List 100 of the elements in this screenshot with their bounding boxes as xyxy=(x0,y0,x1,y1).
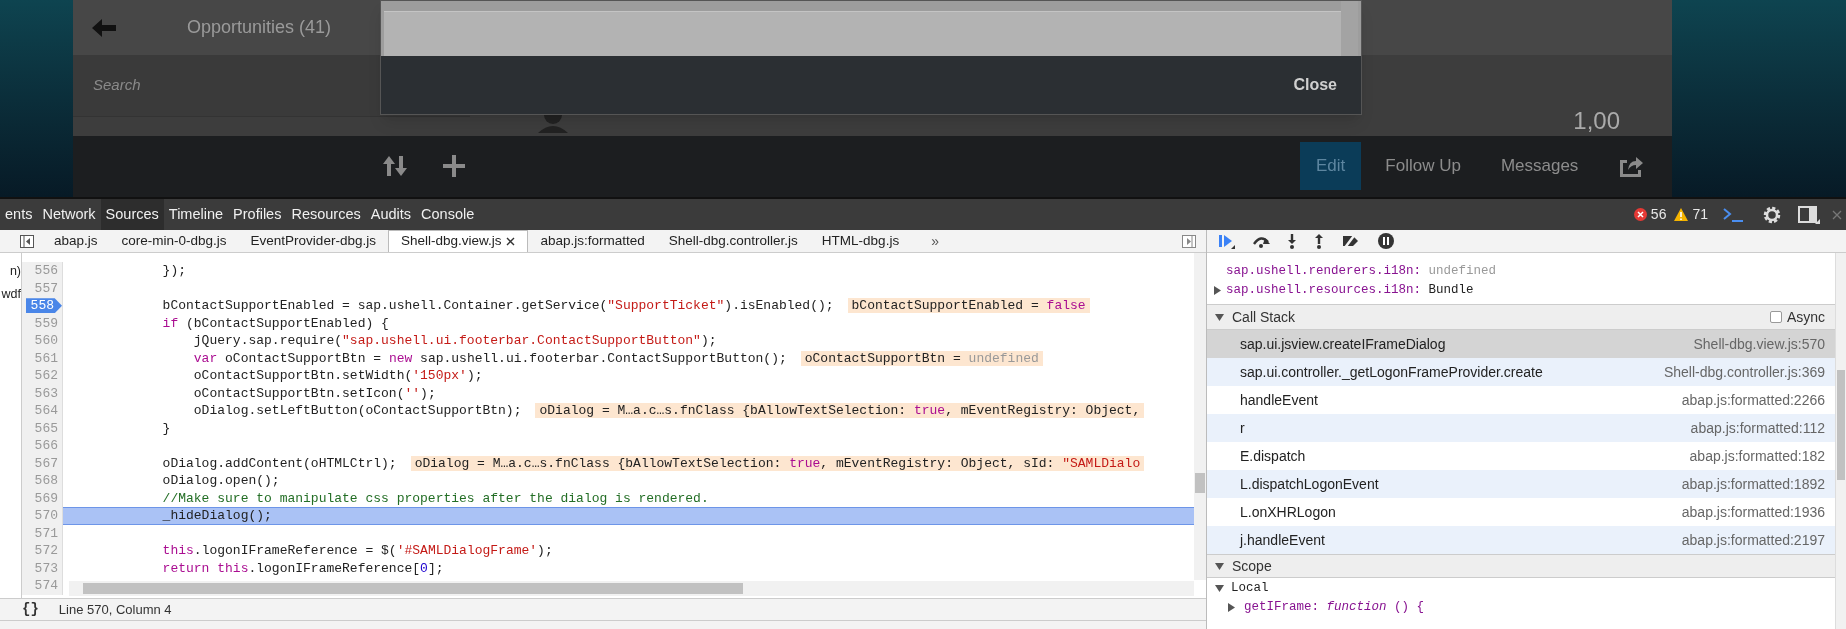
back-arrow-icon xyxy=(91,17,117,38)
panel-toggle-icon[interactable] xyxy=(1182,235,1196,248)
warning-icon xyxy=(1674,208,1689,221)
watch-entry[interactable]: sap.ushell.resources.i18n: Bundle xyxy=(1226,281,1474,300)
inline-value: bContactSupportEnabled = false xyxy=(847,298,1090,314)
section-title: Call Stack xyxy=(1232,307,1296,327)
section-header[interactable]: Call Stack Async xyxy=(1207,304,1835,330)
collapse-arrow-icon[interactable] xyxy=(1215,583,1224,593)
call-frame[interactable]: sap.ui.controller._getLogonFrameProvider.create Shell-dbg.controller.js:369 xyxy=(1207,358,1835,386)
settings-icon[interactable] xyxy=(1762,204,1782,225)
line-number: 567 xyxy=(34,454,59,473)
line-number: 558 xyxy=(25,298,62,314)
file-tab[interactable]: HTML-dbg.js xyxy=(809,230,912,252)
file-tab[interactable]: Shell-dbg.view.js xyxy=(387,230,529,252)
call-frame[interactable]: r abap.js:formatted:112 xyxy=(1207,414,1835,442)
frame-location[interactable]: abap.js:formatted:1892 xyxy=(1681,473,1825,495)
panel-tab[interactable]: Network xyxy=(37,199,101,230)
checkbox-label: Async xyxy=(1786,307,1825,327)
line-number: 569 xyxy=(34,489,59,508)
line-number: 560 xyxy=(34,332,59,350)
format-button[interactable]: {} xyxy=(22,599,39,620)
line-number: 563 xyxy=(34,384,59,403)
line-number: 559 xyxy=(34,314,59,333)
code-line: //Make sure to manipulate css properties after the dialog is rendered. xyxy=(161,489,709,508)
inline-value: oContactSupportBtn = undefined xyxy=(800,350,1043,366)
footer-action-button[interactable]: Follow Up xyxy=(1369,142,1477,190)
line-number: 568 xyxy=(34,472,59,490)
plus-icon[interactable] xyxy=(442,154,466,178)
line-number: 566 xyxy=(34,437,59,455)
code-line: }); xyxy=(161,262,187,280)
close-icon[interactable] xyxy=(506,237,516,246)
resume-icon[interactable] xyxy=(1217,233,1235,249)
frame-function: j.handleEvent xyxy=(1240,530,1325,550)
pause-icon[interactable] xyxy=(1378,233,1394,249)
section-header[interactable]: Scope xyxy=(1207,554,1835,578)
collapse-arrow-icon[interactable] xyxy=(1215,561,1224,571)
frame-location[interactable]: abap.js:formatted:2266 xyxy=(1681,389,1825,411)
code-line: } xyxy=(161,419,171,438)
step-over-icon[interactable] xyxy=(1252,234,1270,248)
frame-location[interactable]: Shell-dbg.view.js:570 xyxy=(1693,333,1825,355)
panel-tab[interactable]: ents xyxy=(0,199,38,230)
frame-function: r xyxy=(1240,418,1245,438)
code-line: oContactSupportBtn.setIcon(''); xyxy=(192,384,436,403)
line-number: 562 xyxy=(34,367,59,385)
code-line: bContactSupportEnabled = sap.ushell.Container.getService("SupportTicket").isEnabled(); xyxy=(161,297,834,315)
share-icon[interactable] xyxy=(1618,154,1645,178)
error-count: 56 xyxy=(1650,205,1667,224)
frame-location[interactable]: Shell-dbg.controller.js:369 xyxy=(1663,361,1825,383)
console-icon[interactable] xyxy=(1722,206,1744,223)
frame-function: sap.ui.jsview.createIFrameDialog xyxy=(1240,334,1446,354)
call-frame[interactable]: sap.ui.jsview.createIFrameDialog Shell-dbg.view.js:570 xyxy=(1207,330,1835,358)
expand-arrow-icon[interactable] xyxy=(1213,286,1222,295)
frame-location[interactable]: abap.js:formatted:1936 xyxy=(1681,501,1825,523)
inline-value: oDialog = M…a.c…s.fnClass {bAllowTextSelection: true, mEventRegistry: Object, xyxy=(535,403,1145,419)
close-button[interactable]: Close xyxy=(1291,73,1339,97)
navigator-item[interactable]: n) xyxy=(9,263,21,280)
code-line: return this.logonIFrameReference[0]; xyxy=(161,559,444,578)
warning-count: 71 xyxy=(1692,205,1708,224)
dock-icon[interactable] xyxy=(1798,205,1820,224)
panel-tab[interactable]: Resources xyxy=(286,199,366,230)
error-icon xyxy=(1633,208,1647,221)
call-frame[interactable]: j.handleEvent abap.js:formatted:2197 xyxy=(1207,526,1835,554)
scope-group[interactable]: Local xyxy=(1231,578,1269,598)
panel-tab[interactable]: Timeline xyxy=(163,199,229,230)
expand-arrow-icon[interactable] xyxy=(1227,602,1236,612)
panel-tab[interactable]: Sources xyxy=(100,199,164,230)
panel-toggle-icon[interactable] xyxy=(20,235,34,248)
file-tab[interactable]: abap.js:formatted xyxy=(528,230,657,252)
file-tab[interactable]: Shell-dbg.controller.js xyxy=(656,230,810,252)
code-line: this.logonIFrameReference = $('#SAMLDialogFrame'); xyxy=(161,542,553,560)
code-line: oDialog.addContent(oHTMLCtrl); xyxy=(161,454,397,473)
section-title: Scope xyxy=(1232,556,1272,576)
call-frame[interactable]: L.dispatchLogonEvent abap.js:formatted:1892 xyxy=(1207,470,1835,498)
navigator-item[interactable]: wdf xyxy=(1,286,21,303)
file-tab[interactable]: abap.js xyxy=(42,230,110,252)
file-tab[interactable]: core-min-0-dbg.js xyxy=(109,230,239,252)
checkbox[interactable] xyxy=(1769,311,1782,323)
sort-icon[interactable] xyxy=(382,154,408,178)
frame-location[interactable]: abap.js:formatted:112 xyxy=(1690,417,1825,439)
file-tab[interactable]: EventProvider-dbg.js xyxy=(238,230,388,252)
line-number: 565 xyxy=(34,419,59,438)
scope-entry[interactable]: getIFrame: function () { xyxy=(1244,597,1425,617)
panel-tab[interactable]: Console xyxy=(416,199,480,230)
panel-tab[interactable]: Profiles xyxy=(228,199,287,230)
step-into-icon[interactable] xyxy=(1287,233,1297,249)
line-number: 574 xyxy=(34,577,59,595)
footer-action-button[interactable]: Messages xyxy=(1484,142,1595,190)
more-tabs-button[interactable]: » xyxy=(921,230,949,252)
step-out-icon[interactable] xyxy=(1314,233,1324,249)
collapse-arrow-icon[interactable] xyxy=(1215,312,1224,322)
watch-entry[interactable]: sap.ushell.renderers.i18n: undefined xyxy=(1226,262,1497,281)
deactivate-breakpoints-icon[interactable] xyxy=(1341,233,1361,249)
line-number: 571 xyxy=(34,524,59,543)
code-line: var oContactSupportBtn = new sap.ushell.ui.footerbar.ContactSupportButton(); xyxy=(192,349,787,368)
inline-value: oDialog = M…a.c…s.fnClass {bAllowTextSelection: true, mEventRegistry: Object, sId: "SAMLDialo xyxy=(410,455,1145,471)
panel-tab[interactable]: Audits xyxy=(365,199,417,230)
frame-location[interactable]: abap.js:formatted:2197 xyxy=(1681,529,1825,551)
line-number: 570 xyxy=(34,507,59,525)
line-number: 561 xyxy=(34,349,59,368)
frame-location[interactable]: abap.js:formatted:182 xyxy=(1689,445,1825,467)
